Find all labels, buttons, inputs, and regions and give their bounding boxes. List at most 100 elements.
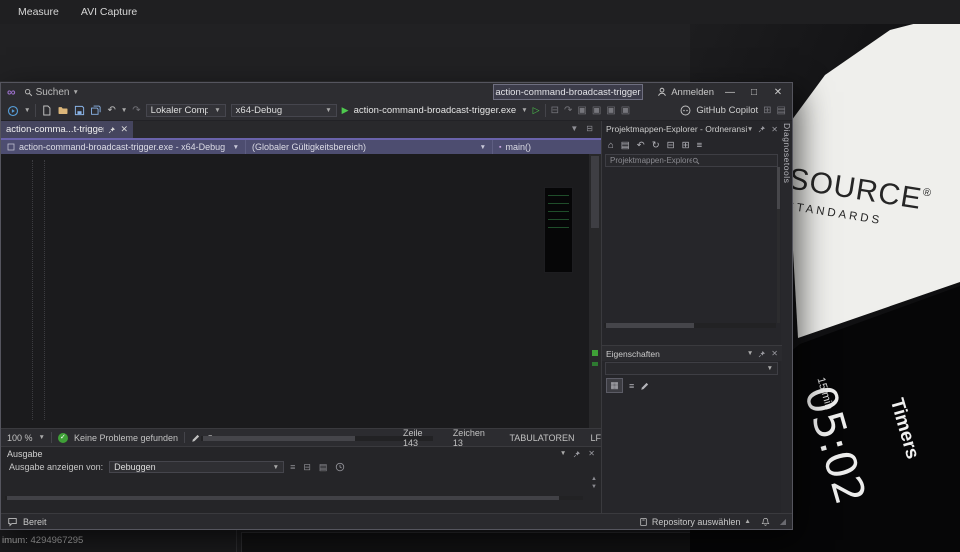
undo-icon[interactable]: ↶ [637, 140, 645, 151]
breakpoint-window-icon[interactable]: ▣ [577, 105, 586, 116]
sign-in-button[interactable]: Anmelden [657, 87, 714, 98]
person-icon [657, 87, 667, 97]
crumb-scope-dropdown[interactable]: (Globaler Gültigkeitsbereich) ▼ [246, 140, 493, 154]
editor-tab-active[interactable]: action-comma...t-trigger.cpp ✕ [1, 121, 133, 138]
pin-icon[interactable] [758, 125, 766, 133]
scroll-down-icon[interactable]: ▼ [589, 483, 599, 491]
resize-grip[interactable]: ◢ [780, 517, 786, 526]
indent-indicator[interactable]: TABULATOREN [509, 433, 574, 443]
collapse-all-icon[interactable]: ⊟ [667, 140, 675, 151]
messages-icon[interactable]: ▤ [319, 462, 328, 473]
undo-icon[interactable]: ↶ [107, 105, 115, 116]
scrollbar-thumb[interactable] [203, 436, 355, 441]
start-without-debugging-icon[interactable]: ▷ [533, 105, 540, 116]
timer-value: 05:02 [795, 380, 875, 510]
alphabetical-icon[interactable]: ≡ [629, 381, 634, 391]
clock-icon[interactable] [335, 462, 345, 472]
chevron-down-icon[interactable]: ▼ [521, 107, 527, 114]
scrollbar-thumb[interactable] [7, 496, 559, 500]
maximize-button[interactable]: □ [746, 87, 762, 98]
capture-menu-measure[interactable]: Measure [18, 6, 59, 18]
chevron-down-icon[interactable]: ▼ [24, 107, 30, 114]
close-panel-icon[interactable]: ✕ [771, 349, 778, 358]
breakpoint-window-icon[interactable]: ▣ [621, 105, 630, 116]
redo-icon[interactable]: ↷ [132, 105, 140, 116]
explorer-horizontal-scrollbar[interactable] [604, 323, 776, 328]
editor-vertical-scrollbar[interactable] [589, 154, 601, 428]
chevron-down-icon[interactable]: ▼ [747, 350, 753, 357]
tab-list-icon[interactable]: ▼ [570, 124, 578, 133]
method-icon: ▪ [499, 144, 501, 151]
breakpoint-window-icon[interactable]: ▣ [592, 105, 601, 116]
open-folder-icon[interactable] [57, 105, 69, 116]
breakpoint-window-icon[interactable]: ▣ [606, 105, 615, 116]
scroll-up-icon[interactable]: ▲ [589, 475, 599, 483]
copilot-group[interactable]: GitHub Copilot ⊞ ▤ [680, 105, 792, 116]
save-all-icon[interactable] [90, 105, 102, 116]
start-debugging-icon[interactable]: ▶ [342, 105, 349, 116]
wrap-text-icon[interactable]: ⊟ [303, 462, 311, 473]
minimize-button[interactable]: — [722, 87, 738, 98]
new-file-icon[interactable] [41, 105, 52, 116]
debug-target-icon[interactable] [7, 105, 19, 117]
attach-icon[interactable]: ⊟ [551, 105, 559, 116]
diagnostics-side-tab[interactable]: Diagnosetools [781, 123, 792, 253]
window-title[interactable]: action-command-broadcast-trigger [493, 84, 643, 100]
float-window-icon[interactable]: ⊟ [586, 124, 593, 133]
line-indicator[interactable]: Zeile 143 [403, 428, 437, 448]
scrollbar-thumb[interactable] [606, 323, 694, 328]
show-all-files-icon[interactable]: ⊞ [682, 140, 690, 151]
settings-icon[interactable]: ≡ [697, 140, 703, 151]
crumb-scope-label: (Globaler Gültigkeitsbereich) [252, 142, 366, 152]
solution-explorer-search[interactable]: Projektmappen-Explorer - Ordneransicht d… [605, 154, 778, 167]
pin-icon[interactable] [758, 350, 766, 358]
pen-icon[interactable] [191, 433, 201, 443]
refresh-icon[interactable]: ↻ [652, 140, 660, 151]
account-icon[interactable]: ▤ [777, 105, 786, 116]
switch-view-icon[interactable]: ▤ [621, 140, 630, 151]
close-panel-icon[interactable]: ✕ [588, 449, 595, 458]
save-icon[interactable] [74, 105, 85, 116]
sign-in-label: Anmelden [671, 87, 714, 98]
bell-icon[interactable] [761, 517, 770, 527]
pin-icon[interactable] [108, 126, 116, 134]
output-source-select[interactable]: Debuggen ▼ [109, 461, 284, 473]
quick-search[interactable]: Suchen ▼ [24, 87, 79, 98]
chevron-down-icon[interactable]: ▼ [747, 126, 753, 133]
step-over-icon[interactable]: ↷ [564, 105, 572, 116]
categorized-icon[interactable]: ▦ [606, 378, 623, 393]
output-vertical-scrollbar[interactable]: ▲▼ [589, 475, 599, 497]
crumb-project-dropdown[interactable]: action-command-broadcast-trigger.exe - x… [1, 140, 246, 154]
run-target-label[interactable]: action-command-broadcast-trigger.exe [354, 105, 517, 116]
feedback-bubble-icon[interactable] [7, 517, 18, 527]
scrollbar-thumb[interactable] [591, 156, 599, 228]
crumb-member-dropdown[interactable]: ▪ main() [493, 140, 601, 154]
feedback-icon[interactable]: ⊞ [763, 105, 771, 116]
close-button[interactable]: ✕ [770, 87, 786, 98]
scrollbar-thumb[interactable] [777, 167, 780, 209]
chevron-down-icon[interactable]: ▼ [39, 434, 45, 441]
property-pages-icon[interactable] [640, 381, 650, 391]
search-label: Suchen [36, 87, 70, 98]
problems-status[interactable]: Keine Probleme gefunden [74, 433, 178, 443]
output-horizontal-scrollbar[interactable] [5, 496, 583, 500]
properties-object-select[interactable]: ▼ [605, 362, 778, 375]
close-panel-icon[interactable]: ✕ [771, 125, 778, 134]
target-machine-select[interactable]: Lokaler Computer▼ [146, 104, 226, 117]
home-icon[interactable]: ⌂ [608, 140, 614, 151]
zoom-level[interactable]: 100 % [7, 433, 33, 443]
output-content[interactable] [1, 474, 587, 494]
clear-output-icon[interactable]: ≡ [290, 462, 295, 472]
eol-indicator[interactable]: LF [590, 433, 601, 443]
close-tab-icon[interactable]: ✕ [120, 124, 128, 135]
configuration-select[interactable]: x64-Debug▼ [231, 104, 337, 117]
explorer-scrollbar[interactable] [777, 167, 780, 323]
editor-horizontal-scrollbar[interactable] [201, 436, 433, 441]
chevron-down-icon[interactable]: ▼ [560, 450, 566, 457]
chevron-down-icon[interactable]: ▼ [121, 107, 127, 114]
select-repository-button[interactable]: Repository auswählen ▲ [639, 517, 751, 527]
pin-icon[interactable] [573, 450, 581, 458]
column-indicator[interactable]: Zeichen 13 [453, 428, 494, 448]
code-editor[interactable] [1, 154, 601, 428]
capture-menu-avi-capture[interactable]: AVI Capture [81, 6, 137, 18]
